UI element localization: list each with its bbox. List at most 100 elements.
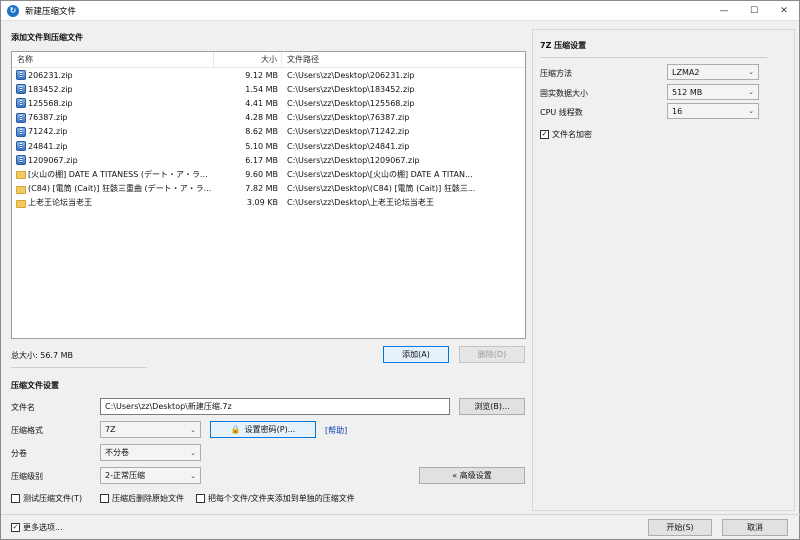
split-value: 不分卷	[105, 448, 129, 457]
table-row[interactable]: 24841.zip 5.10 MB C:\Users\zz\Desktop\24…	[12, 139, 525, 153]
new-archive-dialog: ↻ 新建压缩文件 — ☐ ✕ 添加文件到压缩文件 名称 大小 文件路径 2062…	[0, 0, 800, 540]
chevron-down-icon: ⌄	[748, 68, 754, 76]
checkmark-icon: ✓	[540, 130, 549, 139]
file-size: 4.41 MB	[245, 98, 278, 108]
chevron-down-icon: ⌄	[190, 471, 196, 480]
delete-after-label: 压缩后删除原始文件	[112, 494, 184, 503]
file-name: 125568.zip	[28, 98, 73, 108]
window-title: 新建压缩文件	[25, 6, 77, 17]
chevron-down-icon: ⌄	[748, 88, 754, 96]
checkbox-box	[100, 494, 109, 503]
format-select[interactable]: 7Z ⌄	[100, 421, 201, 438]
chevron-down-icon: ⌄	[748, 107, 754, 115]
method-value: LZMA2	[672, 67, 700, 77]
file-rows: 206231.zip 9.12 MB C:\Users\zz\Desktop\2…	[12, 68, 525, 210]
lock-icon: 🔒	[230, 425, 241, 434]
split-label: 分卷	[11, 449, 27, 458]
help-link[interactable]: [帮助]	[325, 425, 347, 436]
set-password-button[interactable]: 🔒 设置密码(P)...	[210, 421, 316, 438]
file-path: C:\Users\zz\Desktop\[火山の棚] DATE A TITAN.…	[287, 169, 473, 179]
footer-divider	[1, 514, 800, 515]
start-button[interactable]: 开始(S)	[648, 519, 712, 536]
file-size: 9.12 MB	[245, 70, 278, 80]
table-row[interactable]: 125568.zip 4.41 MB C:\Users\zz\Desktop\1…	[12, 96, 525, 110]
test-archive-checkbox[interactable]: 测试压缩文件(T)	[11, 493, 82, 504]
format-label: 压缩格式	[11, 426, 43, 435]
threads-label: CPU 线程数	[540, 108, 583, 117]
file-size: 7.82 MB	[245, 184, 278, 194]
table-row[interactable]: 183452.zip 1.54 MB C:\Users\zz\Desktop\1…	[12, 82, 525, 96]
file-name: 1209067.zip	[28, 155, 78, 165]
set-password-label: 设置密码(P)...	[244, 425, 296, 434]
total-size: 总大小: 56.7 MB	[11, 351, 73, 360]
zip-file-icon	[16, 155, 26, 166]
file-path: C:\Users\zz\Desktop\上老王论坛当老王	[287, 198, 434, 208]
file-path: C:\Users\zz\Desktop\71242.zip	[287, 127, 410, 137]
folder-icon	[16, 185, 26, 194]
browse-button[interactable]: 浏览(B)...	[459, 398, 525, 415]
table-row[interactable]: 1209067.zip 6.17 MB C:\Users\zz\Desktop\…	[12, 153, 525, 167]
more-options-checkbox[interactable]: ✓ 更多选项...	[11, 522, 63, 533]
delete-button[interactable]: 删除(D)	[459, 346, 525, 363]
table-row[interactable]: 206231.zip 9.12 MB C:\Users\zz\Desktop\2…	[12, 68, 525, 82]
level-label: 压缩级别	[11, 472, 43, 481]
method-select[interactable]: LZMA2 ⌄	[667, 64, 759, 80]
dict-size-label: 固实数据大小	[540, 89, 588, 98]
separate-archives-label: 把每个文件/文件夹添加到单独的压缩文件	[208, 494, 355, 503]
file-path: C:\Users\zz\Desktop\206231.zip	[287, 70, 415, 80]
divider	[540, 57, 767, 58]
dict-size-select[interactable]: 512 MB ⌄	[667, 84, 759, 100]
delete-after-checkbox[interactable]: 压缩后删除原始文件	[100, 493, 184, 504]
advanced-settings-button[interactable]: « 高级设置	[419, 467, 525, 484]
level-value: 2-正常压缩	[105, 471, 145, 480]
file-path: C:\Users\zz\Desktop\24841.zip	[287, 141, 410, 151]
file-size: 9.60 MB	[245, 169, 278, 179]
close-icon[interactable]: ✕	[769, 1, 799, 21]
table-row[interactable]: (C84) [電筒 (Cait)] 狂骸三重曲 (デート・ア・ラ... 7.82…	[12, 182, 525, 196]
more-options-label: 更多选项...	[23, 523, 63, 532]
file-path: C:\Users\zz\Desktop\(C84) [電筒 (Cait)] 狂骸…	[287, 184, 476, 194]
file-size: 4.28 MB	[245, 113, 278, 123]
folder-icon	[16, 171, 26, 180]
minimize-icon[interactable]: —	[709, 1, 739, 21]
column-size[interactable]: 大小	[214, 51, 282, 68]
file-list[interactable]: 名称 大小 文件路径 206231.zip 9.12 MB C:\Users\z…	[11, 51, 526, 339]
chevron-down-icon: ⌄	[190, 425, 196, 434]
7z-settings-panel: 7Z 压缩设置 压缩方法 LZMA2 ⌄ 固实数据大小 512 MB ⌄ CPU…	[532, 29, 795, 511]
encrypt-names-checkbox[interactable]: ✓ 文件名加密	[540, 129, 592, 140]
file-name: 76387.zip	[28, 113, 68, 123]
zip-file-icon	[16, 70, 26, 81]
file-name: 183452.zip	[28, 84, 73, 94]
file-list-header: 名称 大小 文件路径	[12, 51, 525, 68]
title-bar[interactable]: ↻ 新建压缩文件 — ☐ ✕	[1, 1, 799, 21]
file-path: C:\Users\zz\Desktop\76387.zip	[287, 113, 410, 123]
zip-file-icon	[16, 84, 26, 95]
level-select[interactable]: 2-正常压缩 ⌄	[100, 467, 201, 484]
threads-select[interactable]: 16 ⌄	[667, 103, 759, 119]
cancel-button[interactable]: 取消	[722, 519, 788, 536]
table-row[interactable]: 71242.zip 8.62 MB C:\Users\zz\Desktop\71…	[12, 125, 525, 139]
file-name: 71242.zip	[28, 127, 68, 137]
column-path[interactable]: 文件路径	[282, 54, 319, 65]
encrypt-names-label: 文件名加密	[552, 130, 592, 139]
table-row[interactable]: [火山の棚] DATE A TITANESS (デート・ア・ラ... 9.60 …	[12, 167, 525, 181]
dict-size-value: 512 MB	[672, 87, 703, 97]
file-size: 3.09 KB	[246, 198, 278, 208]
filename-input[interactable]: C:\Users\zz\Desktop\新建压缩.7z	[100, 398, 450, 415]
checkbox-box	[196, 494, 205, 503]
zip-file-icon	[16, 98, 26, 109]
file-name: (C84) [電筒 (Cait)] 狂骸三重曲 (デート・ア・ラ...	[28, 184, 212, 194]
method-label: 压缩方法	[540, 69, 572, 78]
table-row[interactable]: 上老王论坛当老王 3.09 KB C:\Users\zz\Desktop\上老王…	[12, 196, 525, 210]
threads-value: 16	[672, 106, 683, 116]
table-row[interactable]: 76387.zip 4.28 MB C:\Users\zz\Desktop\76…	[12, 111, 525, 125]
checkbox-box	[11, 494, 20, 503]
separate-archives-checkbox[interactable]: 把每个文件/文件夹添加到单独的压缩文件	[196, 493, 355, 504]
file-size: 6.17 MB	[245, 155, 278, 165]
file-name: 24841.zip	[28, 141, 68, 151]
chevron-down-icon: ⌄	[190, 448, 196, 457]
column-name[interactable]: 名称	[12, 51, 214, 68]
split-select[interactable]: 不分卷 ⌄	[100, 444, 201, 461]
add-button[interactable]: 添加(A)	[383, 346, 449, 363]
maximize-icon[interactable]: ☐	[739, 1, 769, 21]
